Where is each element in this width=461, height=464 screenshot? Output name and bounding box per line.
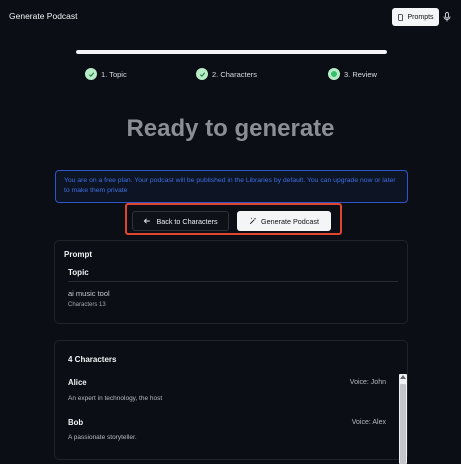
back-label: Back to Characters [156,216,218,226]
check-icon [85,68,97,80]
character-description: A passionate storyteller. [68,434,137,441]
characters-card: 4 Characters Alice Voice: John An expert… [54,340,408,464]
character-voice: Voice: Alex [351,419,386,426]
generate-podcast-button[interactable]: Generate Podcast [237,211,331,231]
app-title: Generate Podcast [9,11,78,21]
prompt-title: Prompt [64,250,92,259]
divider [68,281,398,282]
step-topic: 1. Topic [85,68,127,80]
step-label: 3. Review [344,69,377,79]
scroll-up-icon[interactable] [400,375,406,379]
characters-count: Characters 13 [68,302,106,308]
character-description: An expert in technology, the host [68,395,163,402]
prompts-label: Prompts [407,13,434,21]
prompts-button[interactable]: Prompts [392,8,439,26]
generate-label: Generate Podcast [261,216,319,226]
microphone-icon[interactable] [443,12,451,22]
progress-fill [76,50,387,54]
back-to-characters-button[interactable]: Back to Characters [132,211,229,231]
arrow-left-icon [144,218,151,224]
characters-title: 4 Characters [68,355,117,364]
magic-wand-icon [249,217,257,225]
topic-value: ai music tool [68,289,110,298]
page-headline: Ready to generate [126,115,335,142]
character-voice: Voice: John [349,379,386,386]
step-review: 3. Review [328,68,377,80]
book-icon [398,13,404,21]
step-characters: 2. Characters [196,68,257,80]
step-label: 2. Characters [212,69,258,79]
check-icon [196,68,208,80]
step-label: 1. Topic [101,69,127,79]
scrollbar[interactable] [399,374,407,464]
topic-title: Topic [68,268,89,277]
prompt-card: Prompt Topic ai music tool Characters 13 [54,240,408,324]
current-step-icon [328,68,340,80]
free-plan-notice: You are on a free plan. Your podcast wil… [55,170,408,203]
progress-bar [76,50,387,54]
scrollbar-thumb[interactable] [400,384,406,464]
character-name: Bob [68,418,84,427]
character-name: Alice [68,378,87,387]
